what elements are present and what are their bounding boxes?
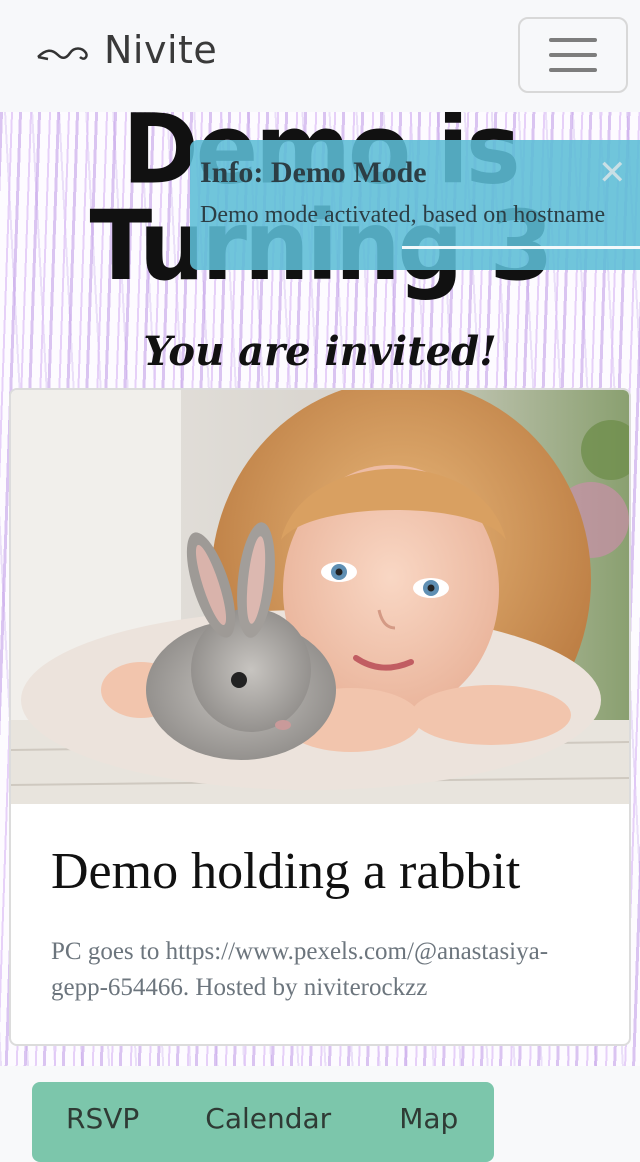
brand-name: Nivite (104, 28, 218, 72)
invite-subtitle: You are invited! (143, 328, 497, 375)
card-title: Demo holding a rabbit (51, 843, 521, 900)
close-icon[interactable]: ✕ (598, 156, 627, 190)
rabbit-photo (11, 390, 629, 804)
brand-link[interactable]: Nivite (36, 28, 217, 72)
bottom-nav: RSVP Calendar Map (32, 1082, 494, 1162)
hamburger-menu-icon (549, 38, 597, 42)
card-description: PC goes to https://www.pexels.com/@anast… (51, 938, 549, 1001)
hamburger-menu-button[interactable] (518, 17, 628, 93)
toast-message: Demo mode activated, based on hostname (200, 202, 606, 228)
tab-calendar[interactable]: Calendar (205, 1102, 331, 1135)
top-navbar: Nivite (0, 0, 640, 112)
tab-rsvp[interactable]: RSVP (66, 1102, 139, 1135)
tab-map[interactable]: Map (399, 1102, 458, 1135)
info-toast: Info: Demo Mode Demo mode activated, bas… (190, 140, 640, 270)
event-card: Demo holding a rabbit PC goes to https:/… (9, 388, 631, 1046)
toast-progress-bar (402, 246, 640, 249)
swirl-logo-icon (37, 47, 88, 61)
toast-title: Info: Demo Mode (200, 156, 427, 189)
